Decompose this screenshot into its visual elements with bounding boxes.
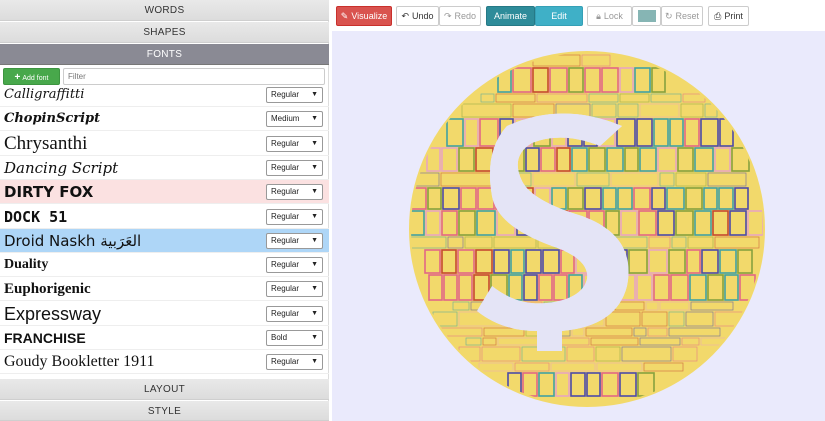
undo-button[interactable]: ↶ Undo [396, 6, 439, 26]
font-name: Expressway [4, 303, 102, 324]
font-row[interactable]: DOCK 51 Regular ▼ [0, 205, 329, 229]
wordcloud-svg [409, 51, 765, 407]
visualize-button[interactable]: ✎ Visualize [336, 6, 392, 26]
caret-down-icon: ▼ [311, 115, 318, 123]
visualize-label: Visualize [351, 11, 388, 21]
accordion-shapes[interactable]: SHAPES [0, 22, 329, 43]
plus-icon: + [14, 72, 21, 83]
accordion-words[interactable]: WORDS [0, 0, 329, 21]
print-label: Print [724, 11, 743, 21]
caret-down-icon: ▼ [311, 358, 318, 366]
font-row[interactable]: Droid Naskh العَرَبية Regular ▼ [0, 228, 329, 253]
accordion-fonts[interactable]: FONTS [0, 44, 329, 65]
font-name: Goudy Bookletter 1911 [4, 353, 155, 371]
color-picker-button[interactable] [632, 6, 661, 26]
edit-button[interactable]: Edit [535, 6, 583, 26]
font-name: Chrysanthi [4, 132, 88, 154]
app: WORDS SHAPES FONTS +Add font Calligraffi… [0, 0, 825, 421]
lock-label: Lock [603, 11, 623, 21]
font-row[interactable]: Euphorigenic Regular ▼ [0, 277, 329, 302]
caret-down-icon: ▼ [311, 309, 318, 317]
redo-icon: ↷ [443, 11, 452, 21]
left-panel: WORDS SHAPES FONTS +Add font Calligraffi… [0, 0, 329, 421]
caret-down-icon: ▼ [311, 334, 318, 341]
right-panel: ✎ Visualize ↶ Undo ↷ Redo Animate Edit 🔒︎ Lo… [329, 0, 825, 421]
font-name: Dancing Script [4, 158, 119, 177]
redo-label: Redo [454, 11, 477, 21]
font-weight-value: Regular [271, 357, 300, 367]
caret-down-icon: ▼ [311, 91, 318, 98]
toolbar: ✎ Visualize ↶ Undo ↷ Redo Animate Edit 🔒︎ Lo… [329, 0, 825, 31]
font-row[interactable]: Dancing Script Regular ▼ [0, 156, 329, 180]
font-weight-select[interactable]: Regular ▼ [266, 232, 323, 249]
caret-down-icon: ▼ [311, 212, 318, 220]
font-weight-value: Bold [271, 333, 288, 342]
font-weight-value: Medium [271, 114, 300, 124]
font-name: Calligraffitti [4, 87, 85, 102]
caret-down-icon: ▼ [311, 285, 318, 293]
font-row[interactable]: Goudy Bookletter 1911 Regular ▼ [0, 350, 329, 375]
printer-icon: ⎙ [714, 11, 722, 21]
redo-button[interactable]: ↷ Redo [439, 6, 481, 26]
font-weight-value: Regular [271, 284, 300, 294]
reset-label: Reset [675, 11, 700, 21]
font-name: DOCK 51 [4, 207, 68, 226]
wand-icon: ✎ [340, 11, 349, 21]
font-weight-value: Regular [271, 308, 300, 318]
reset-icon: ↻ [664, 11, 673, 21]
lock-icon: 🔒︎ [596, 11, 601, 21]
font-name: DIRTY FOX [4, 183, 94, 202]
font-name: Droid Naskh العَرَبية [4, 231, 142, 250]
font-weight-select[interactable]: Regular ▼ [266, 257, 323, 274]
caret-down-icon: ▼ [311, 139, 318, 147]
font-weight-value: Regular [271, 260, 300, 270]
caret-down-icon: ▼ [311, 163, 318, 171]
font-weight-select[interactable]: Regular ▼ [266, 354, 323, 371]
edit-label: Edit [551, 11, 567, 21]
add-font-label: Add font [22, 75, 49, 82]
font-row[interactable]: Expressway Regular ▼ [0, 302, 329, 326]
caret-down-icon: ▼ [311, 188, 318, 196]
font-weight-select[interactable]: Regular ▼ [266, 87, 323, 103]
font-weight-value: Regular [271, 211, 300, 221]
font-weight-select[interactable]: Bold ▼ [266, 330, 323, 346]
accordion-style[interactable]: STYLE [0, 401, 329, 421]
font-row[interactable]: Chrysanthi Regular ▼ [0, 132, 329, 156]
lock-button[interactable]: 🔒︎ Lock [587, 6, 632, 26]
font-weight-select[interactable]: Regular ▼ [266, 281, 323, 298]
animate-label: Animate [493, 11, 528, 21]
font-name: FRANCHISE [4, 330, 86, 346]
font-row[interactable]: DIRTY FOX Regular ▼ [0, 180, 329, 205]
font-weight-value: Regular [271, 90, 300, 99]
print-button[interactable]: ⎙ Print [708, 6, 749, 26]
font-row[interactable]: Duality Regular ▼ [0, 253, 329, 278]
font-name: ChopinScript [4, 111, 101, 127]
font-name: Euphorigenic [4, 281, 91, 298]
undo-label: Undo [412, 11, 434, 21]
color-swatch [638, 10, 656, 22]
caret-down-icon: ▼ [311, 236, 318, 244]
undo-icon: ↶ [401, 11, 410, 21]
accordion-layout[interactable]: LAYOUT [0, 379, 329, 400]
font-weight-select[interactable]: Regular ▼ [266, 208, 323, 225]
font-weight-select[interactable]: Medium ▼ [266, 111, 323, 128]
font-name: Duality [4, 257, 49, 273]
wordcloud-canvas[interactable] [332, 31, 825, 421]
font-weight-value: Regular [271, 138, 300, 148]
font-weight-value: Regular [271, 235, 300, 245]
font-weight-value: Regular [271, 162, 300, 172]
font-row[interactable]: Calligraffitti Regular ▼ [0, 83, 329, 107]
font-weight-select[interactable]: Regular ▼ [266, 135, 323, 152]
font-row[interactable]: FRANCHISE Bold ▼ [0, 326, 329, 350]
font-list: Calligraffitti Regular ▼ ChopinScript Medium… [0, 83, 329, 379]
reset-button[interactable]: ↻ Reset [661, 6, 703, 26]
font-weight-value: Regular [271, 187, 300, 197]
font-weight-select[interactable]: Regular ▼ [266, 184, 323, 201]
font-weight-select[interactable]: Regular ▼ [266, 159, 323, 176]
caret-down-icon: ▼ [311, 261, 318, 269]
font-weight-select[interactable]: Regular ▼ [266, 305, 323, 322]
font-row[interactable]: ChopinScript Medium ▼ [0, 107, 329, 132]
animate-button[interactable]: Animate [486, 6, 535, 26]
